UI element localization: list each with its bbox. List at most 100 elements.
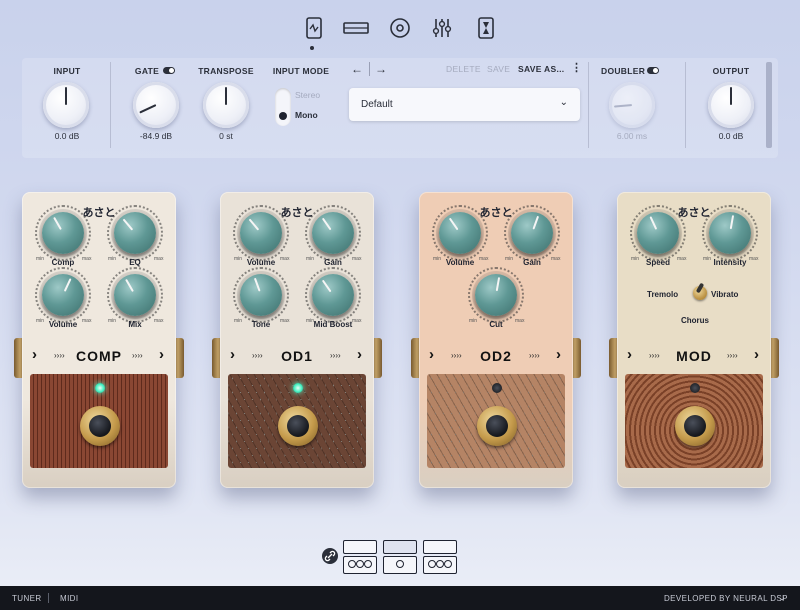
link-icon[interactable] — [322, 548, 338, 564]
preset-menu-icon[interactable]: ⋮ — [571, 61, 582, 74]
redo-arrow-icon[interactable]: → — [375, 62, 387, 76]
doubler-value: 6.00 ms — [616, 131, 648, 141]
divider — [48, 593, 49, 603]
input-mode-stereo[interactable]: Stereo — [295, 90, 320, 100]
knob-indicator — [448, 217, 459, 231]
circle-icon[interactable] — [386, 14, 414, 42]
pedal-name: MOD — [676, 348, 712, 364]
knob-indicator — [53, 216, 62, 231]
chevron-down-icon: ⌄ — [559, 97, 568, 108]
knob-volume[interactable] — [439, 212, 481, 254]
status-led — [492, 383, 502, 393]
midi-button[interactable]: MIDI — [60, 594, 79, 603]
tuner-button[interactable]: TUNER — [12, 594, 42, 603]
output-value: 0.0 dB — [718, 131, 744, 141]
pedal-name: OD2 — [480, 348, 512, 364]
knob-mid-boost[interactable] — [312, 274, 354, 316]
device-icon[interactable] — [300, 14, 328, 42]
knob-label: Gain — [324, 258, 342, 267]
mixer-icon[interactable] — [428, 14, 456, 42]
doubler-label: DOUBLER — [601, 66, 646, 76]
amp-selector-1[interactable] — [343, 540, 377, 576]
footswitch-cap — [287, 415, 309, 437]
knob-indicator — [253, 277, 261, 292]
amp-selector-2[interactable] — [383, 540, 417, 576]
knob-label: Speed — [645, 258, 670, 267]
knob-label: Volume — [48, 320, 78, 329]
knob-tone[interactable] — [240, 274, 282, 316]
gate-label: GATE — [134, 66, 160, 76]
knob-indicator — [63, 278, 72, 292]
knob-label: Cut — [489, 320, 503, 329]
gate-toggle[interactable] — [163, 67, 175, 74]
divider — [110, 62, 111, 148]
knob-volume[interactable] — [240, 212, 282, 254]
gate-knob[interactable] — [133, 82, 179, 128]
knob-label: Mid Boost — [313, 320, 353, 329]
input-label: INPUT — [53, 66, 81, 76]
input-value: 0.0 dB — [54, 131, 80, 141]
output-label: OUTPUT — [712, 66, 750, 76]
footswitch-cap — [89, 415, 111, 437]
rack-icon[interactable] — [342, 14, 370, 42]
knob-speed[interactable] — [637, 212, 679, 254]
knob-label: Tone — [251, 320, 271, 329]
divider — [685, 62, 686, 148]
input-knob[interactable] — [43, 82, 89, 128]
pedal-name: OD1 — [281, 348, 313, 364]
footswitch-cap — [684, 415, 706, 437]
doubler-toggle[interactable] — [647, 67, 659, 74]
input-mode-label: INPUT MODE — [272, 66, 330, 76]
switch-label-right: Vibrato — [711, 290, 739, 299]
knob-indicator — [649, 216, 658, 230]
resize-icon[interactable]: ⌟ — [780, 591, 785, 602]
knob-gain[interactable] — [312, 212, 354, 254]
knob-intensity[interactable] — [709, 212, 751, 254]
hourglass-icon[interactable] — [472, 14, 500, 42]
doubler-knob[interactable] — [609, 82, 655, 128]
output-knob[interactable] — [708, 82, 754, 128]
status-led — [95, 383, 105, 393]
knob-label: Volume — [445, 258, 475, 267]
switch-label-left: Tremolo — [647, 290, 679, 299]
knob-label: Intensity — [713, 258, 747, 267]
preset-dropdown[interactable]: Default ⌄ — [349, 88, 580, 121]
footswitch-button[interactable] — [80, 406, 120, 446]
input-mode-switch[interactable] — [275, 88, 291, 126]
knob-indicator — [495, 277, 501, 292]
undo-arrow-icon[interactable]: ← — [351, 62, 363, 76]
knob-cut[interactable] — [475, 274, 517, 316]
save-as-button[interactable]: SAVE AS... — [518, 64, 564, 74]
input-mode-mono[interactable]: Mono — [295, 110, 318, 120]
transpose-value: 0 st — [219, 131, 233, 141]
footswitch-button[interactable] — [675, 406, 715, 446]
footer-bar: TUNER MIDI DEVELOPED BY NEURAL DSP ⌟ — [0, 586, 800, 610]
knob-volume[interactable] — [42, 274, 84, 316]
delete-button[interactable]: DELETE — [446, 64, 481, 74]
footswitch-button[interactable] — [477, 406, 517, 446]
top-nav — [296, 12, 508, 50]
knob-indicator — [125, 278, 134, 293]
knob-mix[interactable] — [114, 274, 156, 316]
footswitch-button[interactable] — [278, 406, 318, 446]
save-button[interactable]: SAVE — [487, 64, 510, 74]
knob-indicator — [729, 215, 735, 230]
knob-label: Mix — [128, 320, 142, 329]
switch-label-bottom: Chorus — [681, 316, 709, 325]
footswitch-cap — [486, 415, 508, 437]
divider — [588, 62, 589, 148]
knob-gain[interactable] — [511, 212, 553, 254]
developer-credit: DEVELOPED BY NEURAL DSP — [664, 594, 788, 603]
knob-comp[interactable] — [42, 212, 84, 254]
knob-label: Volume — [246, 258, 276, 267]
knob-label: EQ — [129, 258, 141, 267]
knob-eq[interactable] — [114, 212, 156, 254]
output-meter — [766, 62, 772, 148]
status-led — [690, 383, 700, 393]
active-indicator — [310, 46, 314, 50]
transpose-knob[interactable] — [203, 82, 249, 128]
gate-value: -84.9 dB — [139, 131, 173, 141]
knob-indicator — [321, 279, 332, 293]
preset-name: Default — [361, 99, 393, 110]
amp-selector-3[interactable] — [423, 540, 457, 576]
